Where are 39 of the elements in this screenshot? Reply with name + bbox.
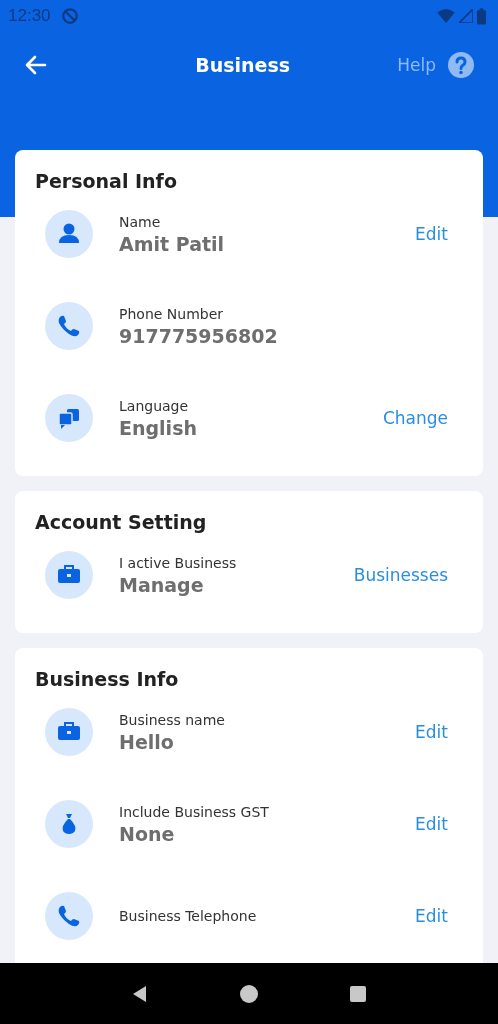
section-title: Business Info (35, 668, 180, 690)
field-label: Phone Number (119, 305, 225, 322)
field-value: Amit Patil (119, 232, 226, 255)
moneybag-icon (45, 800, 93, 848)
action-link[interactable]: Change (382, 408, 448, 428)
field-value: English (119, 416, 198, 439)
field-value: Manage (119, 573, 205, 596)
help-link[interactable]: Help (397, 55, 436, 75)
field-value: 917775956802 (119, 324, 279, 347)
action-link[interactable]: Edit (415, 224, 448, 244)
action-link[interactable]: Businesses (353, 565, 448, 585)
field-value: None (119, 822, 176, 845)
phone-icon (45, 892, 93, 940)
page-title: Business (194, 54, 292, 76)
field-label: Name (119, 213, 162, 230)
status-time: 12:30 (8, 6, 51, 26)
field-value: Hello (119, 730, 175, 753)
briefcase-icon (45, 551, 93, 599)
briefcase-icon (45, 708, 93, 756)
field-label: Include Business GST (119, 803, 270, 820)
action-link[interactable]: Edit (415, 814, 448, 834)
action-link[interactable]: Edit (415, 722, 448, 742)
battery-icon (477, 7, 486, 25)
field-label: Business Telephone (119, 908, 258, 924)
wifi-icon (437, 9, 455, 23)
home-icon[interactable] (239, 983, 259, 1004)
do-not-disturb-icon (60, 7, 79, 25)
back-arrow-icon[interactable] (24, 53, 48, 77)
field-label: I active Business (119, 554, 238, 571)
signal-icon (459, 9, 473, 23)
person-icon (45, 210, 93, 258)
recents-icon[interactable] (348, 983, 369, 1004)
field-label: Business name (119, 711, 226, 728)
help-icon[interactable] (448, 52, 474, 78)
phone-icon (45, 302, 93, 350)
action-link[interactable]: Edit (415, 906, 448, 926)
section-title: Account Setting (35, 511, 208, 533)
section-title: Personal Info (35, 170, 178, 192)
field-label: Language (119, 397, 190, 414)
